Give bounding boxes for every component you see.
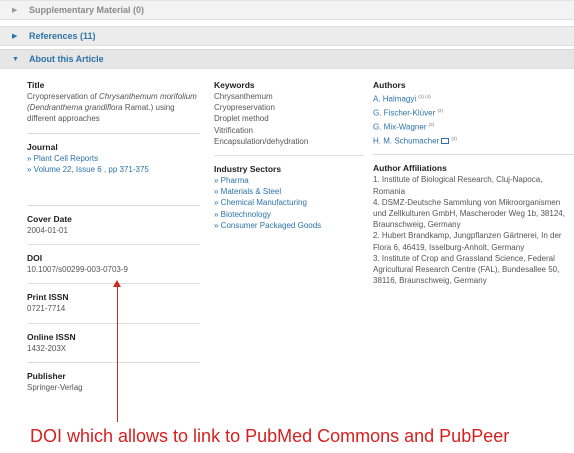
- title-prefix: Cryopreservation of: [27, 92, 100, 101]
- keyword-item: Vitrification: [214, 125, 253, 135]
- authors-column: Authors A. Halmagyi (1) (4) G. Fischer-K…: [373, 80, 574, 302]
- cover-date-label: Cover Date: [27, 214, 72, 225]
- author-affiliation-ref: (1) (4): [418, 94, 431, 99]
- author-link[interactable]: H. M. Schumacher: [373, 136, 439, 145]
- industry-link-pharma[interactable]: » Pharma: [214, 175, 364, 186]
- affiliations-label: Author Affiliations: [373, 163, 447, 174]
- title-label: Title: [27, 80, 45, 90]
- affiliation-item: 1. Institute of Biological Research, Clu…: [373, 175, 543, 196]
- author-affiliation-ref: (4): [451, 135, 457, 141]
- online-issn-value: 1432-203X: [27, 343, 67, 353]
- keywords-block: Keywords Chrysanthemum Cryopreservation …: [214, 80, 364, 157]
- keyword-item: Droplet method: [214, 114, 269, 124]
- publisher-label: Publisher: [27, 370, 66, 381]
- industry-link-materials[interactable]: » Materials & Steel: [214, 186, 364, 197]
- triangle-right-icon: ▶: [12, 6, 18, 14]
- publisher-value: Springer-Verlag: [27, 382, 83, 392]
- annotation-caption: DOI which allows to link to PubMed Commo…: [30, 426, 510, 446]
- journal-volume-link[interactable]: » Volume 22, Issue 6 , pp 371-375: [27, 164, 200, 175]
- section-about-article[interactable]: ▼ About this Article: [0, 49, 574, 69]
- author-affiliation-ref: (2): [428, 121, 435, 127]
- article-title: Cryopreservation of Chrysanthemum morifo…: [27, 91, 200, 125]
- author-item: H. M. Schumacher (4): [373, 133, 574, 147]
- author-item: A. Halmagyi (1) (4): [373, 91, 574, 105]
- print-issn-value: 0721-7714: [27, 304, 66, 314]
- triangle-right-icon: ▶: [12, 32, 18, 40]
- section-supplementary-material[interactable]: ▶ Supplementary Material (0): [0, 0, 574, 20]
- cover-date-value: 2004-01-01: [27, 226, 68, 236]
- annotation-arrow-line: [117, 284, 118, 422]
- online-issn-label: Online ISSN: [27, 331, 76, 342]
- industry-sectors-label: Industry Sectors: [214, 164, 282, 175]
- industry-sectors-block: Industry Sectors » Pharma » Materials & …: [214, 164, 364, 239]
- keywords-column: Keywords Chrysanthemum Cryopreservation …: [214, 80, 364, 247]
- doi-value: 10.1007/s00299-003-0703-9: [27, 265, 128, 275]
- author-link[interactable]: G. Fischer-Klüver: [373, 109, 435, 118]
- publisher-block: Publisher Springer-Verlag: [27, 371, 200, 401]
- online-issn-block: Online ISSN 1432-203X: [27, 332, 200, 363]
- affiliation-item: 2. Hubert Brandkamp, Jungpflanzen Gärtne…: [373, 231, 562, 252]
- journal-name-link[interactable]: » Plant Cell Reports: [27, 153, 200, 164]
- journal-label: Journal: [27, 141, 58, 152]
- keyword-item: Encapsulation/dehydration: [214, 136, 309, 146]
- industry-link-biotechnology[interactable]: » Biotechnology: [214, 209, 364, 220]
- author-affiliation-ref: (2): [437, 107, 443, 113]
- affiliation-item: 3. Institute of Crop and Grassland Scien…: [373, 253, 560, 286]
- keywords-label: Keywords: [214, 80, 255, 90]
- affiliations-block: Author Affiliations 1. Institute of Biol…: [373, 163, 574, 294]
- envelope-icon[interactable]: [441, 138, 450, 145]
- author-item: G. Mix-Wagner (2): [373, 119, 574, 133]
- section-references-label: References (11): [29, 31, 96, 41]
- journal-block: Journal » Plant Cell Reports » Volume 22…: [27, 142, 200, 183]
- affiliation-item: 4. DSMZ-Deutsche Sammlung von Mikroorgan…: [373, 197, 565, 230]
- keyword-item: Chrysanthemum: [214, 92, 273, 101]
- print-issn-label: Print ISSN: [27, 292, 69, 303]
- doi-label: DOI: [27, 253, 43, 264]
- section-about-label: About this Article: [29, 54, 104, 64]
- author-item: G. Fischer-Klüver (2): [373, 105, 574, 119]
- keyword-item: Cryopreservation: [214, 103, 275, 113]
- section-supplementary-label: Supplementary Material (0): [29, 5, 145, 15]
- cover-date-block: Cover Date 2004-01-01: [27, 205, 200, 246]
- print-issn-block: Print ISSN 0721-7714: [27, 292, 200, 324]
- industry-link-chemical[interactable]: » Chemical Manufacturing: [214, 197, 364, 208]
- industry-link-consumer[interactable]: » Consumer Packaged Goods: [214, 220, 364, 231]
- author-link[interactable]: A. Halmagyi: [373, 95, 416, 104]
- title-block: Title Cryopreservation of Chrysanthemum …: [27, 80, 200, 134]
- triangle-down-icon: ▼: [12, 55, 19, 63]
- section-references[interactable]: ▶ References (11): [0, 26, 574, 46]
- article-details-column: Title Cryopreservation of Chrysanthemum …: [27, 80, 200, 409]
- author-link[interactable]: G. Mix-Wagner: [373, 122, 427, 131]
- authors-label: Authors: [373, 80, 406, 90]
- authors-block: Authors A. Halmagyi (1) (4) G. Fischer-K…: [373, 80, 574, 156]
